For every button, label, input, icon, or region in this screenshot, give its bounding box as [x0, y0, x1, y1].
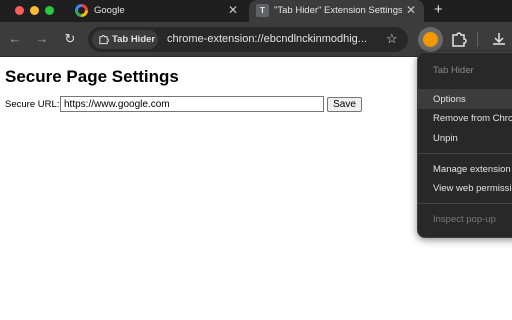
menu-item-view-permissions[interactable]: View web permissions	[433, 183, 512, 194]
bookmark-star-icon[interactable]: ☆	[386, 31, 398, 47]
menu-item-inspect-popup: Inspect pop-up	[433, 214, 496, 225]
menu-item-manage-extension[interactable]: Manage extension	[433, 164, 511, 175]
tab-hider-extension-button[interactable]	[418, 27, 443, 52]
window-minimize-button[interactable]	[30, 6, 39, 15]
menu-divider	[418, 153, 512, 154]
google-favicon-icon	[75, 4, 88, 17]
extension-icon	[423, 32, 438, 47]
tab-strip: Google ✕ T "Tab Hider" Extension Setting…	[0, 0, 512, 22]
toolbar-divider	[477, 32, 478, 47]
reload-icon[interactable]: ↻	[61, 30, 79, 48]
address-bar[interactable]: Tab Hider chrome-extension://ebcndlnckin…	[88, 27, 408, 52]
extension-context-menu: Tab Hider Options Remove from Chrome... …	[417, 52, 512, 238]
extension-chip[interactable]: Tab Hider	[92, 30, 158, 49]
menu-item-unpin[interactable]: Unpin	[433, 133, 458, 144]
page-title: Secure Page Settings	[5, 67, 179, 86]
save-button[interactable]: Save	[327, 97, 362, 112]
menu-header: Tab Hider	[433, 65, 474, 76]
forward-icon[interactable]: →	[33, 30, 51, 48]
extension-chip-label: Tab Hider	[112, 34, 156, 45]
extension-favicon-icon: T	[256, 4, 269, 17]
tab-close-icon[interactable]: ✕	[406, 3, 416, 17]
secure-url-input[interactable]	[60, 96, 324, 112]
menu-item-remove[interactable]: Remove from Chrome...	[433, 113, 512, 124]
window-maximize-button[interactable]	[45, 6, 54, 15]
new-tab-button[interactable]: +	[434, 2, 443, 18]
window-close-button[interactable]	[15, 6, 24, 15]
back-icon[interactable]: ←	[6, 30, 24, 48]
tab-close-icon[interactable]: ✕	[228, 3, 238, 17]
extensions-puzzle-icon[interactable]	[450, 30, 468, 48]
tab-extension-settings[interactable]: T "Tab Hider" Extension Settings ✕	[249, 0, 424, 22]
url-text[interactable]: chrome-extension://ebcndlnckinmodhig...	[167, 33, 379, 45]
menu-divider	[418, 203, 512, 204]
menu-item-options[interactable]: Options	[433, 94, 466, 105]
secure-url-label: Secure URL:	[5, 99, 60, 110]
puzzle-icon	[99, 35, 109, 45]
download-icon[interactable]	[490, 30, 508, 48]
tab-google[interactable]: Google ✕	[66, 0, 246, 22]
tab-title: Google	[94, 5, 125, 16]
tab-title: "Tab Hider" Extension Settings	[274, 5, 402, 16]
